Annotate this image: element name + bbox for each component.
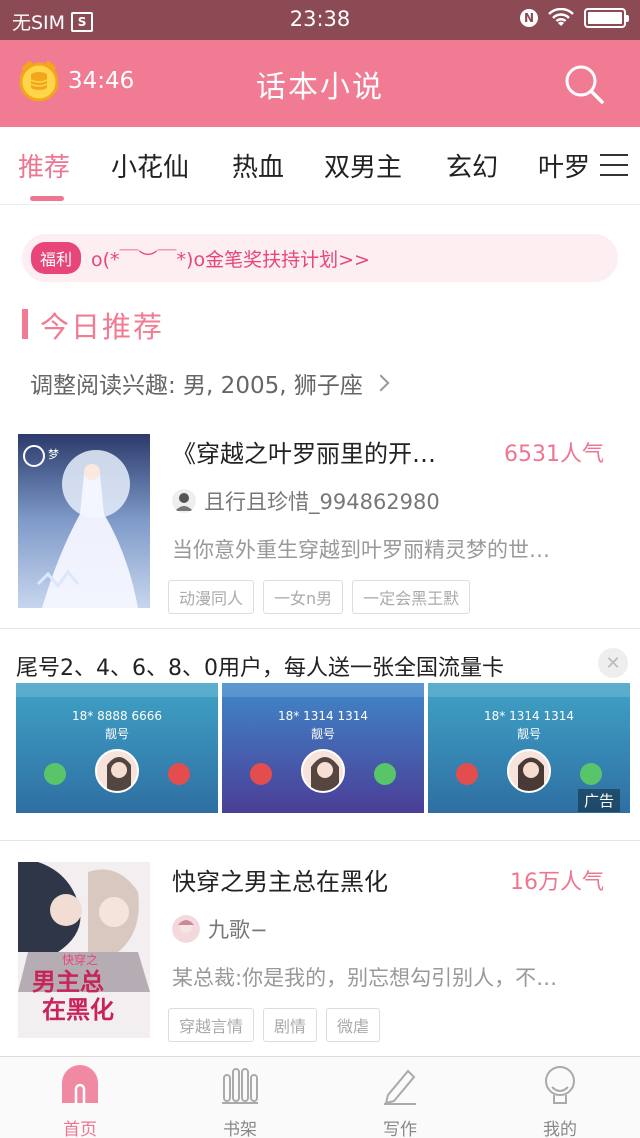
svg-text:梦: 梦 bbox=[48, 448, 59, 461]
phone-number-label: 靓号 bbox=[516, 727, 541, 741]
popularity-count: 16万人气 bbox=[510, 870, 604, 895]
book-cover[interactable]: 梦 bbox=[18, 434, 150, 608]
home-icon bbox=[62, 1065, 98, 1103]
avatar bbox=[95, 749, 139, 793]
search-icon[interactable] bbox=[562, 62, 606, 106]
nav-label: 首页 bbox=[63, 1120, 97, 1138]
nav-bookshelf[interactable]: 书架 bbox=[200, 1065, 280, 1138]
nav-label: 我的 bbox=[543, 1120, 577, 1138]
welfare-badge: 福利 bbox=[31, 242, 82, 274]
avatar bbox=[507, 749, 551, 793]
battery-icon bbox=[584, 8, 629, 28]
welfare-text: o(*￣︶￣*)o金笔奖扶持计划>> bbox=[91, 248, 370, 271]
cover-title-line: 在黑化 bbox=[42, 995, 114, 1024]
interest-text: 调整阅读兴趣: 男, 2005, 狮子座 bbox=[30, 373, 363, 399]
close-icon[interactable]: ✕ bbox=[598, 648, 628, 678]
book-item[interactable]: 快穿之 男主总 在黑化 快穿之男主总在黑化 16万人气 九歌− 某总裁:你是我的… bbox=[0, 862, 640, 1057]
adjust-interest-link[interactable]: 调整阅读兴趣: 男, 2005, 狮子座 bbox=[30, 366, 390, 400]
nfc-icon: N bbox=[520, 9, 538, 27]
book-cover[interactable]: 快穿之 男主总 在黑化 bbox=[18, 862, 150, 1038]
phone-number-label: 靓号 bbox=[104, 727, 129, 741]
nav-home[interactable]: 首页 bbox=[40, 1065, 120, 1138]
author-row[interactable]: 且行且珍惜_994862980 bbox=[172, 486, 440, 516]
pen-icon bbox=[384, 1069, 416, 1105]
book-tag[interactable]: 微虐 bbox=[326, 1008, 381, 1042]
book-tags: 穿越言情 剧情 微虐 bbox=[168, 1008, 381, 1042]
book-tag[interactable]: 穿越言情 bbox=[168, 1008, 255, 1042]
ad-title[interactable]: 尾号2、4、6、8、0用户，每人送一张全国流量卡 bbox=[16, 650, 504, 682]
ad-label: 广告 bbox=[577, 789, 620, 812]
book-title[interactable]: 快穿之男主总在黑化 bbox=[172, 862, 482, 897]
phone-answer-icon bbox=[580, 763, 602, 785]
ad-image[interactable]: 18* 8888 6666 靓号 bbox=[16, 683, 218, 813]
book-tag[interactable]: 一女n男 bbox=[263, 580, 344, 614]
ad-banner[interactable]: 18* 8888 6666 靓号 18* 1314 1314 靓号 18* 13… bbox=[16, 683, 630, 813]
author-name: 且行且珍惜_994862980 bbox=[204, 490, 440, 514]
section-title: 今日推荐 bbox=[40, 310, 165, 344]
book-item[interactable]: 梦 《穿越之叶罗丽里的开… 6531人气 且行且珍惜_994862980 当你意… bbox=[0, 434, 640, 629]
profile-icon bbox=[545, 1066, 575, 1104]
phone-hangup-icon bbox=[456, 763, 478, 785]
bookshelf-icon bbox=[222, 1068, 258, 1104]
phone-hangup-icon bbox=[168, 763, 190, 785]
section-accent-bar bbox=[22, 309, 28, 339]
nav-profile[interactable]: 我的 bbox=[520, 1065, 600, 1138]
book-title[interactable]: 《穿越之叶罗丽里的开… bbox=[172, 434, 482, 469]
author-row[interactable]: 九歌− bbox=[172, 914, 268, 944]
nav-label: 写作 bbox=[383, 1120, 417, 1138]
avatar bbox=[301, 749, 345, 793]
phone-number: 18* 1314 1314 bbox=[484, 709, 574, 723]
phone-answer-icon bbox=[44, 763, 66, 785]
book-tag[interactable]: 动漫同人 bbox=[168, 580, 255, 614]
phone-number: 18* 1314 1314 bbox=[278, 709, 368, 723]
nav-label: 书架 bbox=[223, 1120, 257, 1138]
cover-title-line: 男主总 bbox=[32, 967, 104, 996]
book-tag[interactable]: 一定会黑王默 bbox=[352, 580, 471, 614]
wifi-icon bbox=[548, 8, 574, 26]
avatar bbox=[172, 915, 200, 943]
cover-title-line: 快穿之 bbox=[62, 952, 98, 967]
divider bbox=[0, 628, 640, 629]
tab-xuanhuan[interactable]: 玄幻 bbox=[446, 147, 498, 184]
status-bar: 无SIM S 23:38 N bbox=[0, 0, 640, 40]
book-tag[interactable]: 剧情 bbox=[263, 1008, 318, 1042]
book-description: 某总裁:你是我的，别忘想勾引别人，不… bbox=[172, 966, 558, 990]
chevron-right-icon bbox=[372, 374, 390, 392]
tab-recommend[interactable]: 推荐 bbox=[18, 147, 70, 184]
tab-shuangnanzhu[interactable]: 双男主 bbox=[324, 147, 402, 184]
tab-yeluo[interactable]: 叶罗 bbox=[538, 147, 590, 184]
ad-image[interactable]: 18* 1314 1314 靓号 bbox=[222, 683, 424, 813]
nav-write[interactable]: 写作 bbox=[360, 1065, 440, 1138]
app-header: 34:46 话本小说 bbox=[0, 40, 640, 127]
tab-rexue[interactable]: 热血 bbox=[232, 147, 284, 184]
tab-xiaohuaxian[interactable]: 小花仙 bbox=[111, 147, 189, 184]
phone-answer-icon bbox=[374, 763, 396, 785]
phone-number: 18* 8888 6666 bbox=[72, 709, 162, 723]
welfare-banner[interactable]: 福利 o(*￣︶￣*)o金笔奖扶持计划>> bbox=[22, 234, 618, 282]
author-name: 九歌− bbox=[208, 918, 268, 942]
app-screen: 无SIM S 23:38 N 34:46 话本小说 推荐 小花仙 热血 双男主 … bbox=[0, 0, 640, 1138]
category-tabs: 推荐 小花仙 热血 双男主 玄幻 叶罗 bbox=[0, 127, 640, 205]
tab-indicator bbox=[30, 196, 64, 201]
book-tags: 动漫同人 一女n男 一定会黑王默 bbox=[168, 580, 471, 614]
category-menu-icon[interactable] bbox=[588, 127, 640, 203]
phone-number-label: 靓号 bbox=[310, 727, 335, 741]
divider bbox=[0, 840, 640, 841]
avatar bbox=[172, 489, 196, 513]
popularity-count: 6531人气 bbox=[504, 442, 604, 467]
bottom-navigation: 首页 书架 写作 我的 bbox=[0, 1056, 640, 1138]
app-title: 话本小说 bbox=[256, 70, 384, 105]
book-description: 当你意外重生穿越到叶罗丽精灵梦的世… bbox=[172, 538, 550, 562]
phone-hangup-icon bbox=[250, 763, 272, 785]
